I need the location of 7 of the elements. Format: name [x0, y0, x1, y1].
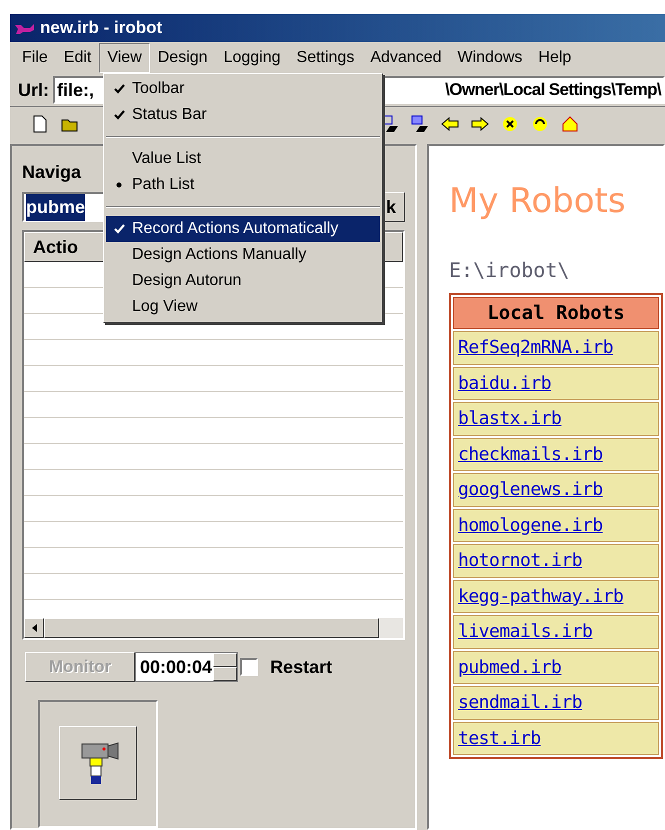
folder-path: E:\irobot\ — [449, 257, 570, 284]
panel-title: Naviga — [22, 160, 82, 184]
restart-label: Restart — [270, 656, 332, 678]
table-header: Local Robots — [453, 297, 659, 329]
window-title: new.irb - irobot — [40, 17, 162, 40]
url-label: Url: — [18, 78, 49, 102]
page-heading: My Robots — [449, 180, 627, 223]
